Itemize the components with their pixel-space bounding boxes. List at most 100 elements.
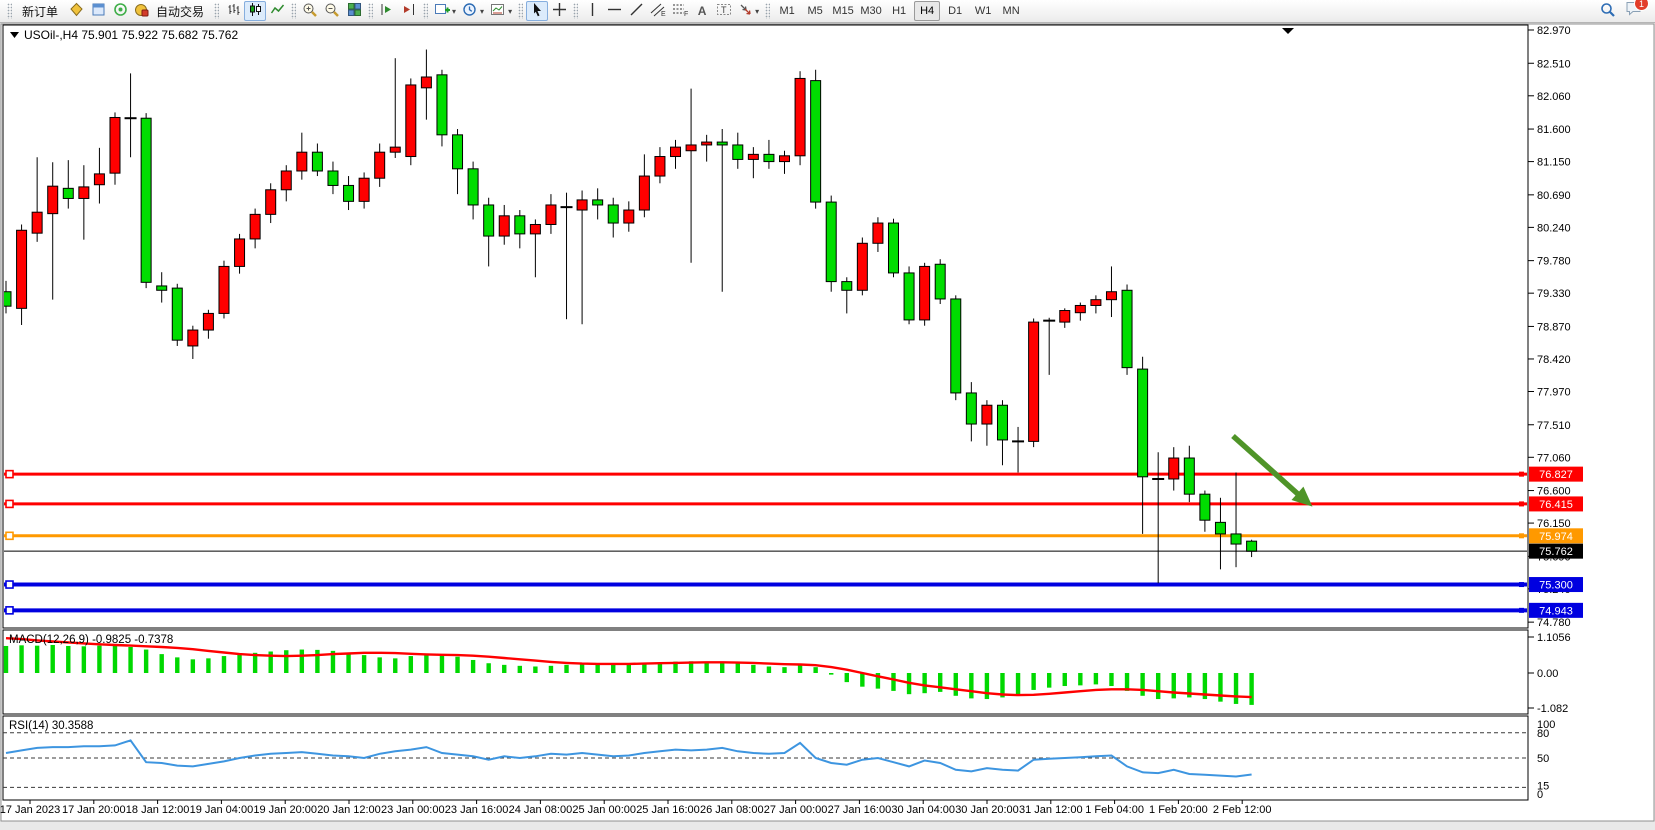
svg-text:1.1056: 1.1056 xyxy=(1537,632,1571,644)
cursor-icon xyxy=(530,2,544,20)
line-handle[interactable] xyxy=(1519,608,1524,613)
data-window-button[interactable] xyxy=(87,1,109,21)
line-handle[interactable] xyxy=(1519,533,1524,538)
period-selector-button[interactable]: ▾ xyxy=(459,1,487,21)
market-watch-button[interactable] xyxy=(65,1,87,21)
toolbar-grip[interactable] xyxy=(573,3,578,19)
svg-text:26 Jan 08:00: 26 Jan 08:00 xyxy=(700,804,764,816)
cursor-tool-button[interactable] xyxy=(526,1,548,21)
svg-text:80.240: 80.240 xyxy=(1537,222,1571,234)
svg-text:31 Jan 12:00: 31 Jan 12:00 xyxy=(1019,804,1083,816)
svg-text:82.060: 82.060 xyxy=(1537,91,1571,103)
toolbar-grip[interactable] xyxy=(7,3,12,19)
line-handle[interactable] xyxy=(1519,472,1524,477)
timeframe-h1-button[interactable]: H1 xyxy=(886,1,912,21)
candle xyxy=(904,266,914,324)
label-tool-button[interactable]: T xyxy=(713,1,735,21)
trendline-tool-button[interactable] xyxy=(625,1,647,21)
toolbar-grip[interactable] xyxy=(518,3,523,19)
svg-text:76.415: 76.415 xyxy=(1539,499,1573,511)
chevron-down-icon: ▾ xyxy=(755,7,759,16)
timeframe-m5-button[interactable]: M5 xyxy=(802,1,828,21)
timeframe-m30-button[interactable]: M30 xyxy=(858,1,884,21)
line-handle[interactable] xyxy=(6,532,13,539)
toolbar-grip[interactable] xyxy=(368,3,373,19)
line-handle[interactable] xyxy=(6,471,13,478)
new-order-button[interactable]: 新订单 xyxy=(15,1,65,21)
svg-text:20 Jan 12:00: 20 Jan 12:00 xyxy=(317,804,381,816)
svg-text:79.330: 79.330 xyxy=(1537,288,1571,300)
svg-text:25 Jan 00:00: 25 Jan 00:00 xyxy=(572,804,636,816)
auto-trading-icon xyxy=(134,2,149,20)
line-handle[interactable] xyxy=(6,500,13,507)
vertical-line-tool-button[interactable] xyxy=(581,1,603,21)
tile-windows-button[interactable] xyxy=(343,1,365,21)
svg-text:-1.082: -1.082 xyxy=(1537,703,1568,715)
arrows-tool-button[interactable]: ▾ xyxy=(735,1,762,21)
price-chart[interactable]: USOil-,H4 75.901 75.922 75.682 75.762 82.… xyxy=(0,23,1655,825)
toolbar-grip[interactable] xyxy=(214,3,219,19)
candle xyxy=(795,71,805,165)
chart-shift-button[interactable] xyxy=(398,1,420,21)
new-chart-icon xyxy=(434,2,450,20)
candlestick-chart-type-button[interactable] xyxy=(244,1,266,21)
candle xyxy=(219,261,229,319)
toolbar-grip[interactable] xyxy=(291,3,296,19)
auto-trading-button[interactable]: 自动交易 xyxy=(131,1,211,21)
text-label-icon: T xyxy=(716,2,732,20)
zoom-in-icon xyxy=(302,2,318,21)
template-button[interactable]: ▾ xyxy=(487,1,515,21)
line-handle[interactable] xyxy=(1519,582,1524,587)
svg-text:18 Jan 12:00: 18 Jan 12:00 xyxy=(126,804,190,816)
zoom-in-button[interactable] xyxy=(299,1,321,21)
macd-pane[interactable] xyxy=(3,630,1528,714)
svg-text:78.420: 78.420 xyxy=(1537,354,1571,366)
main-price-pane[interactable] xyxy=(3,25,1528,628)
navigator-button[interactable] xyxy=(109,1,131,21)
svg-text:75.300: 75.300 xyxy=(1539,580,1573,592)
crosshair-tool-button[interactable] xyxy=(548,1,570,21)
bar-chart-type-button[interactable] xyxy=(222,1,244,21)
rsi-label: RSI(14) 30.3588 xyxy=(9,720,93,732)
fibonacci-tool-button[interactable]: F xyxy=(669,1,691,21)
candle xyxy=(1122,284,1132,374)
horizontal-line-tool-button[interactable] xyxy=(603,1,625,21)
notifications-button[interactable]: 1 xyxy=(1625,0,1643,22)
svg-text:30 Jan 20:00: 30 Jan 20:00 xyxy=(955,804,1019,816)
line-handle[interactable] xyxy=(6,607,13,614)
line-handle[interactable] xyxy=(6,581,13,588)
timeframe-h4-button[interactable]: H4 xyxy=(914,1,940,21)
toolbar-grip[interactable] xyxy=(423,3,428,19)
svg-text:74.780: 74.780 xyxy=(1537,617,1571,629)
zoom-out-button[interactable] xyxy=(321,1,343,21)
svg-text:23 Jan 00:00: 23 Jan 00:00 xyxy=(381,804,445,816)
candlestick-icon xyxy=(248,2,263,20)
auto-scroll-button[interactable] xyxy=(376,1,398,21)
svg-text:80.690: 80.690 xyxy=(1537,190,1571,202)
chart-window[interactable]: USOil-,H4 75.901 75.922 75.682 75.762 82.… xyxy=(0,23,1655,825)
timeframe-m15-button[interactable]: M15 xyxy=(830,1,856,21)
fibonacci-icon: F xyxy=(672,2,688,20)
line-chart-type-button[interactable] xyxy=(266,1,288,21)
svg-text:77.970: 77.970 xyxy=(1537,387,1571,399)
text-icon: A xyxy=(698,4,707,18)
channel-tool-button[interactable]: E xyxy=(647,1,669,21)
toolbar-grip[interactable] xyxy=(765,3,770,19)
timeframe-mn-button[interactable]: MN xyxy=(998,1,1024,21)
svg-text:17 Jan 20:00: 17 Jan 20:00 xyxy=(62,804,126,816)
new-chart-button[interactable]: ▾ xyxy=(431,1,459,21)
timeframe-d1-button[interactable]: D1 xyxy=(942,1,968,21)
price-tag-75.300: 75.300 xyxy=(1529,577,1583,592)
chevron-down-icon: ▾ xyxy=(452,7,456,16)
line-handle[interactable] xyxy=(1519,501,1524,506)
text-tool-button[interactable]: A xyxy=(691,1,713,21)
candle xyxy=(951,295,961,400)
timeframe-m1-button[interactable]: M1 xyxy=(774,1,800,21)
bar-chart-icon xyxy=(226,2,241,20)
svg-text:19 Jan 20:00: 19 Jan 20:00 xyxy=(253,804,317,816)
timeframe-w1-button[interactable]: W1 xyxy=(970,1,996,21)
search-button[interactable] xyxy=(1597,1,1619,21)
chart-header-label: USOil-,H4 75.901 75.922 75.682 75.762 xyxy=(24,28,238,42)
svg-text:1 Feb 20:00: 1 Feb 20:00 xyxy=(1149,804,1208,816)
search-icon xyxy=(1600,2,1616,21)
